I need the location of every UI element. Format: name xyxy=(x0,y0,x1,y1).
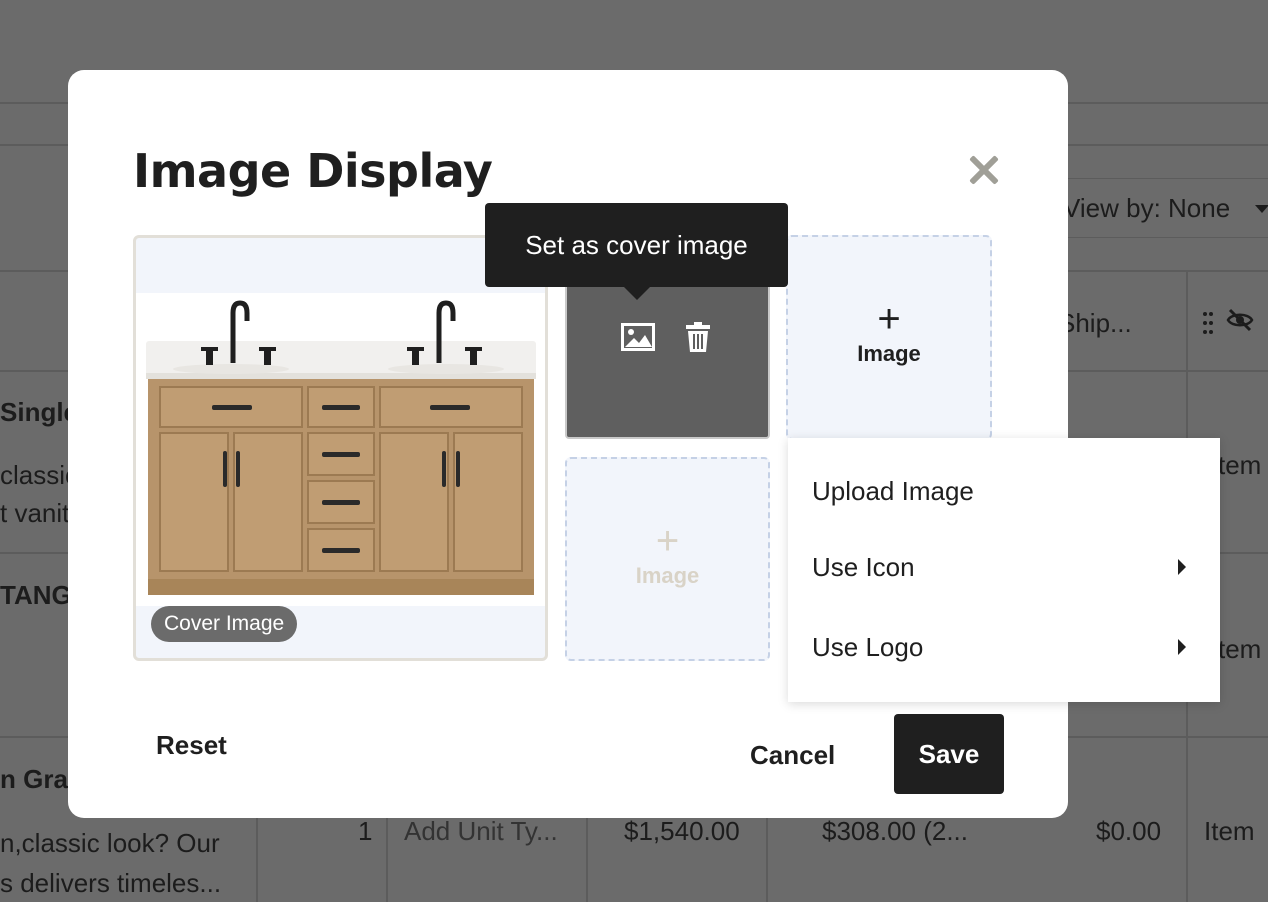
menu-item-upload-image[interactable]: Upload Image xyxy=(788,456,1220,526)
vanity-product-image xyxy=(136,293,545,606)
cover-image-card[interactable]: Cover Image xyxy=(133,235,548,661)
row-unit-input[interactable]: Add Unit Ty... xyxy=(404,816,558,847)
menu-item-use-icon[interactable]: Use Icon xyxy=(788,532,1220,602)
add-image-slot[interactable]: + Image xyxy=(565,457,770,661)
image-icon[interactable] xyxy=(621,323,655,351)
row-shipping[interactable]: $0.00 xyxy=(1096,816,1161,847)
menu-item-use-logo[interactable]: Use Logo xyxy=(788,612,1220,682)
drag-handle-icon[interactable] xyxy=(1203,312,1213,334)
row-title: Single xyxy=(0,397,79,427)
row-discount[interactable]: $308.00 (2... xyxy=(822,816,968,847)
chevron-down-icon xyxy=(1255,205,1268,213)
column-divider xyxy=(256,818,258,902)
menu-item-label: Use Icon xyxy=(812,552,915,582)
row-description: s delivers timeles... xyxy=(0,868,222,898)
plus-icon: + xyxy=(655,519,680,563)
row-item-type: tem xyxy=(1218,450,1262,480)
column-header-ship[interactable]: Ship... xyxy=(1058,308,1132,339)
row-item-type: Item xyxy=(1204,816,1255,846)
view-by-label: View by: None xyxy=(1063,193,1231,223)
menu-item-label: Upload Image xyxy=(812,476,974,506)
row-price[interactable]: $1,540.00 xyxy=(624,816,740,847)
row-item-type: tem xyxy=(1218,634,1262,664)
column-divider xyxy=(386,818,388,902)
cancel-button[interactable]: Cancel xyxy=(750,740,835,771)
tooltip: Set as cover image xyxy=(485,203,788,287)
trash-icon[interactable] xyxy=(685,321,711,353)
cover-image-badge: Cover Image xyxy=(151,606,298,642)
column-divider xyxy=(586,818,588,902)
add-image-slot[interactable]: + Image xyxy=(786,235,992,440)
row-description: n,classic look? Our xyxy=(0,828,220,858)
plus-icon: + xyxy=(877,297,901,341)
tooltip-arrow xyxy=(623,286,651,300)
menu-item-label: Use Logo xyxy=(812,632,924,662)
row-description: classic xyxy=(0,460,79,490)
add-image-label: Image xyxy=(635,563,700,588)
close-icon[interactable] xyxy=(964,150,1004,190)
image-source-menu: Upload Image Use Icon Use Logo xyxy=(788,438,1220,702)
save-button[interactable]: Save xyxy=(894,714,1004,794)
chevron-right-icon xyxy=(1178,559,1186,575)
row-quantity[interactable]: 1 xyxy=(358,816,372,847)
view-by-select[interactable]: View by: None xyxy=(1040,178,1268,238)
add-image-label: Image xyxy=(857,341,921,366)
chevron-right-icon xyxy=(1178,639,1186,655)
modal-title: Image Display xyxy=(133,144,493,198)
reset-button[interactable]: Reset xyxy=(156,730,227,761)
column-divider xyxy=(766,818,768,902)
eye-off-icon[interactable] xyxy=(1226,306,1254,334)
